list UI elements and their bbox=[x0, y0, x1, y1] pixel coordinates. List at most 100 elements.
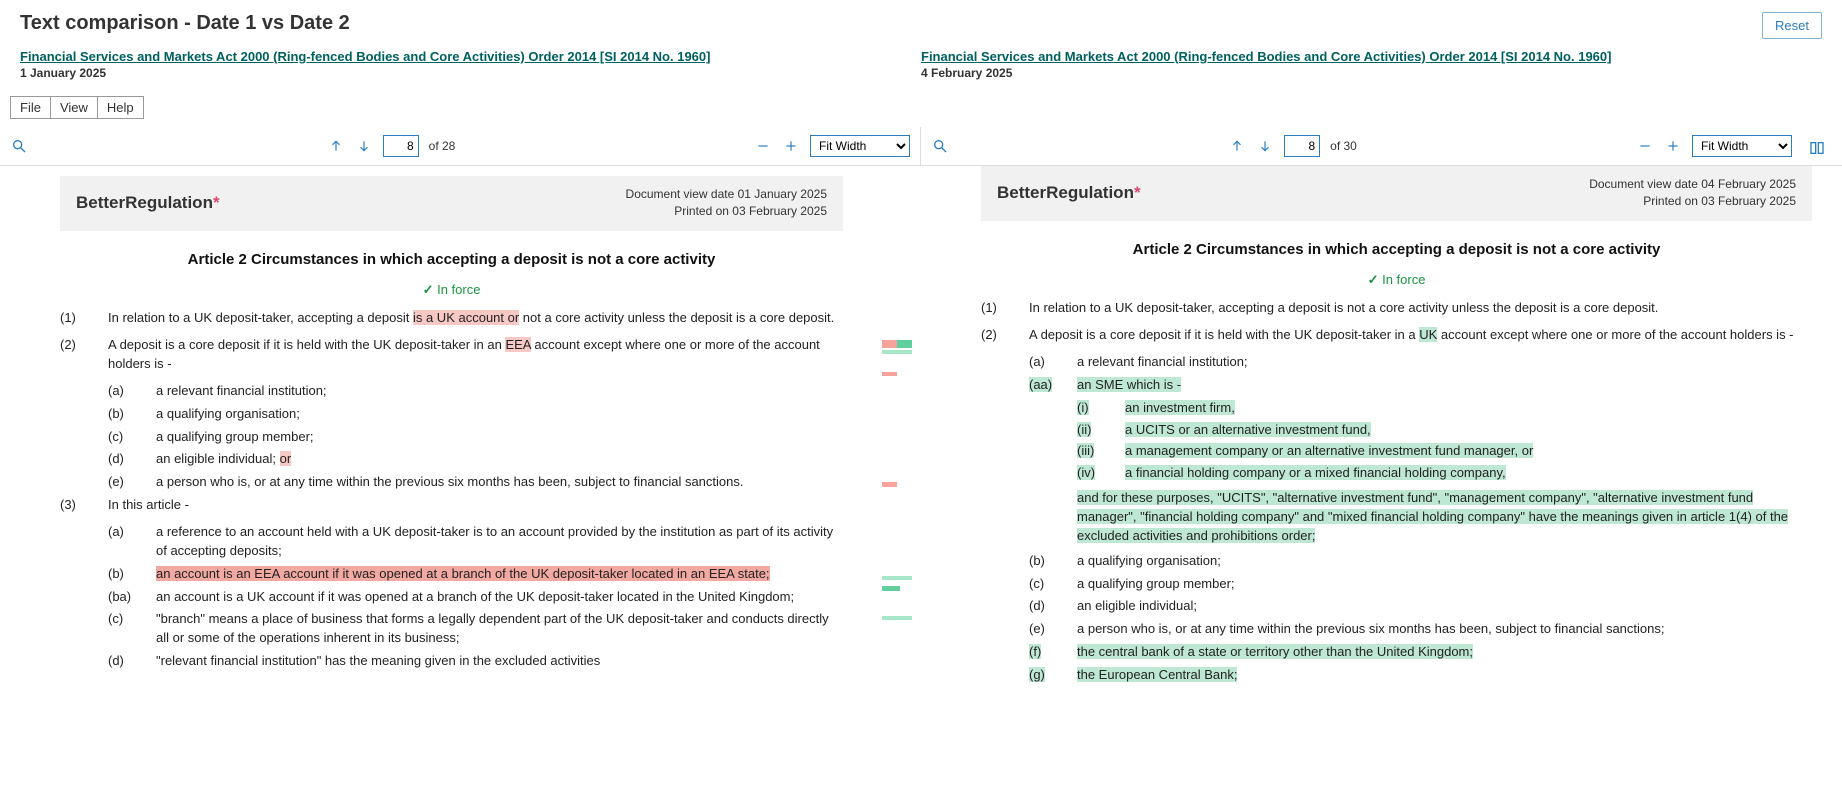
next-page-icon[interactable] bbox=[355, 137, 373, 155]
sub-text: an SME which is - bbox=[1077, 376, 1812, 395]
page-header: Text comparison - Date 1 vs Date 2 Reset bbox=[0, 0, 1842, 49]
left-doc-topbar: BetterRegulation* Document view date 01 … bbox=[60, 176, 843, 231]
diff-addition: an investment firm, bbox=[1125, 400, 1235, 415]
left-page-total: of 28 bbox=[429, 139, 456, 153]
prev-page-icon[interactable] bbox=[1228, 137, 1246, 155]
para-num: (3) bbox=[60, 496, 108, 515]
search-icon[interactable] bbox=[931, 137, 949, 155]
right-doc-link[interactable]: Financial Services and Markets Act 2000 … bbox=[921, 49, 1611, 64]
diff-marker[interactable] bbox=[882, 350, 912, 358]
subsub-text: a UCITS or an alternative investment fun… bbox=[1125, 421, 1812, 440]
right-doc-page: BetterRegulation* Document view date 04 … bbox=[921, 166, 1842, 699]
left-page-input[interactable] bbox=[383, 135, 419, 157]
para-num: (2) bbox=[981, 326, 1029, 345]
para-num: (1) bbox=[60, 309, 108, 328]
diff-marker[interactable] bbox=[882, 586, 912, 594]
sub-text: the European Central Bank; bbox=[1077, 666, 1812, 685]
zoom-out-icon[interactable] bbox=[754, 137, 772, 155]
sub-text: a relevant financial institution; bbox=[156, 382, 843, 401]
right-zoom-select[interactable]: Fit Width bbox=[1692, 135, 1792, 157]
next-page-icon[interactable] bbox=[1256, 137, 1274, 155]
para-num: (1) bbox=[981, 299, 1029, 318]
doc-links-row: Financial Services and Markets Act 2000 … bbox=[0, 49, 1842, 86]
diff-addition: a UCITS or an alternative investment fun… bbox=[1125, 422, 1371, 437]
brand-logo: BetterRegulation* bbox=[997, 181, 1141, 206]
printed-date: Printed on 03 February 2025 bbox=[626, 203, 827, 220]
view-date: Document view date 04 February 2025 bbox=[1589, 176, 1796, 193]
sub-text: a reference to an account held with a UK… bbox=[156, 523, 843, 561]
right-page-total: of 30 bbox=[1330, 139, 1357, 153]
sub-text: a qualifying group member; bbox=[156, 428, 843, 447]
sub-text: an eligible individual; bbox=[1077, 597, 1812, 616]
subsub-text: a financial holding company or a mixed f… bbox=[1125, 464, 1812, 483]
sub-text: "relevant financial institution" has the… bbox=[156, 652, 843, 671]
left-doc-date: 1 January 2025 bbox=[20, 66, 921, 80]
zoom-out-icon[interactable] bbox=[1636, 137, 1654, 155]
sub-text: a person who is, or at any time within t… bbox=[156, 473, 843, 492]
para-text: A deposit is a core deposit if it is hel… bbox=[1029, 326, 1812, 345]
diff-marker[interactable] bbox=[882, 576, 912, 584]
diff-addition: (aa) bbox=[1029, 377, 1052, 392]
article-title: Article 2 Circumstances in which accepti… bbox=[60, 249, 843, 271]
diff-addition: a management company or an alternative i… bbox=[1125, 443, 1533, 458]
page-title: Text comparison - Date 1 vs Date 2 bbox=[20, 12, 350, 35]
diff-deletion: an account is an EEA account if it was o… bbox=[156, 566, 770, 581]
menu-file[interactable]: File bbox=[11, 97, 51, 118]
subsub-text: an investment firm, bbox=[1125, 399, 1812, 418]
diff-addition: an SME which is - bbox=[1077, 377, 1181, 392]
diff-addition: UK bbox=[1419, 327, 1437, 342]
para-text: In relation to a UK deposit-taker, accep… bbox=[108, 309, 843, 328]
para-text: A deposit is a core deposit if it is hel… bbox=[108, 336, 843, 374]
article-title: Article 2 Circumstances in which accepti… bbox=[981, 239, 1812, 261]
in-force-badge: In force bbox=[60, 281, 843, 300]
sub-text: the central bank of a state or territory… bbox=[1077, 643, 1812, 662]
sub-text: a person who is, or at any time within t… bbox=[1077, 620, 1812, 639]
left-pane: BetterRegulation* Document view date 01 … bbox=[0, 166, 921, 699]
menu-view[interactable]: View bbox=[51, 97, 98, 118]
sub-text: a qualifying organisation; bbox=[156, 405, 843, 424]
zoom-in-icon[interactable] bbox=[1664, 137, 1682, 155]
view-date: Document view date 01 January 2025 bbox=[626, 186, 827, 203]
right-page-input[interactable] bbox=[1284, 135, 1320, 157]
diff-addition: and for these purposes, "UCITS", "altern… bbox=[1077, 490, 1788, 543]
compare-layout-icon[interactable] bbox=[1808, 139, 1826, 157]
left-doc-link[interactable]: Financial Services and Markets Act 2000 … bbox=[20, 49, 710, 64]
subsub-text: a management company or an alternative i… bbox=[1125, 442, 1812, 461]
diff-marker[interactable] bbox=[882, 340, 912, 348]
right-doc-date: 4 February 2025 bbox=[921, 66, 1822, 80]
para-text: In this article - bbox=[108, 496, 843, 515]
diff-addition: a financial holding company or a mixed f… bbox=[1125, 465, 1506, 480]
sub-text: an account is an EEA account if it was o… bbox=[156, 565, 843, 584]
sub-text: "branch" means a place of business that … bbox=[156, 610, 843, 648]
diff-marker[interactable] bbox=[882, 482, 912, 490]
right-pane: BetterRegulation* Document view date 04 … bbox=[921, 166, 1842, 699]
left-diff-gutter bbox=[873, 166, 921, 699]
diff-deletion: or bbox=[280, 451, 292, 466]
brand-logo: BetterRegulation* bbox=[76, 191, 220, 216]
diff-marker[interactable] bbox=[882, 616, 912, 624]
diff-addition: the central bank of a state or territory… bbox=[1077, 644, 1473, 659]
prev-page-icon[interactable] bbox=[327, 137, 345, 155]
sub-text: a qualifying group member; bbox=[1077, 575, 1812, 594]
diff-deletion: is a UK account or bbox=[413, 310, 519, 325]
diff-deletion: EEA bbox=[505, 337, 530, 352]
addition-note: and for these purposes, "UCITS", "altern… bbox=[1077, 489, 1812, 546]
right-doc-topbar: BetterRegulation* Document view date 04 … bbox=[981, 166, 1812, 221]
printed-date: Printed on 03 February 2025 bbox=[1589, 193, 1796, 210]
sub-text: an eligible individual; or bbox=[156, 450, 843, 469]
diff-marker[interactable] bbox=[882, 372, 912, 380]
left-toolbar: of 28 Fit Width bbox=[0, 127, 921, 165]
search-icon[interactable] bbox=[10, 137, 28, 155]
in-force-badge: In force bbox=[981, 271, 1812, 290]
left-zoom-select[interactable]: Fit Width bbox=[810, 135, 910, 157]
sub-text: an account is a UK account if it was ope… bbox=[156, 588, 843, 607]
zoom-in-icon[interactable] bbox=[782, 137, 800, 155]
menu-help[interactable]: Help bbox=[98, 97, 143, 118]
left-doc-page: BetterRegulation* Document view date 01 … bbox=[0, 166, 873, 699]
para-num: (2) bbox=[60, 336, 108, 374]
reset-button[interactable]: Reset bbox=[1762, 12, 1822, 39]
right-toolbar: of 30 Fit Width bbox=[921, 127, 1842, 165]
toolbars-row: of 28 Fit Width of 30 Fit Width bbox=[0, 127, 1842, 166]
panes: BetterRegulation* Document view date 01 … bbox=[0, 166, 1842, 699]
sub-text: a qualifying organisation; bbox=[1077, 552, 1812, 571]
